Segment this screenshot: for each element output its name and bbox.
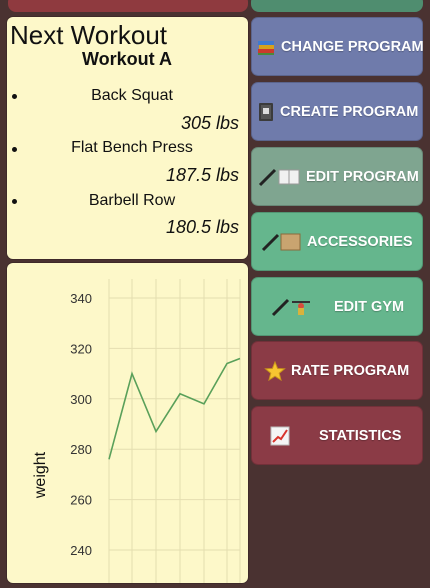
bullet-icon <box>12 147 17 152</box>
rate-program-label: RATE PROGRAM <box>291 362 410 379</box>
exercise-weight: 305 lbs <box>180 113 239 133</box>
exercise-name: Back Squat <box>91 87 173 104</box>
chart-increasing-icon <box>270 426 290 446</box>
weight-chart-card: 240 260 280 300 320 340 weight <box>7 263 248 583</box>
exercise-weight: 187.5 lbs <box>165 165 239 185</box>
previous-card-edge <box>8 0 248 12</box>
next-workout-card[interactable]: Next Workout Workout A Back Squat 305 lb… <box>7 17 248 259</box>
exercise-weight: 180.5 lbs <box>165 217 239 237</box>
previous-button-edge <box>251 0 423 12</box>
exercise-name: Barbell Row <box>88 192 176 209</box>
next-workout-title: Next Workout <box>10 20 168 50</box>
create-program-button[interactable]: CREATE PROGRAM <box>251 82 423 141</box>
notebook-icon <box>257 102 275 122</box>
y-tick-label: 260 <box>70 493 92 508</box>
y-tick-label: 300 <box>70 392 92 407</box>
y-tick-label: 280 <box>70 442 92 457</box>
edit-gym-label: EDIT GYM <box>334 298 405 315</box>
edit-program-button[interactable]: EDIT PROGRAM <box>251 147 423 206</box>
star-icon <box>264 360 286 381</box>
bullet-icon <box>12 94 17 99</box>
workout-name: Workout A <box>82 49 172 69</box>
weight-chart: 240 260 280 300 320 340 weight <box>32 279 241 583</box>
create-program-label: CREATE PROGRAM <box>280 103 419 120</box>
bullet-icon <box>12 199 17 204</box>
pen-and-scroll-icon <box>260 232 302 252</box>
change-program-button[interactable]: CHANGE PROGRAM <box>251 17 424 76</box>
series-line <box>108 357 241 460</box>
edit-program-label: EDIT PROGRAM <box>306 168 419 185</box>
y-tick-label: 320 <box>70 341 92 356</box>
pen-and-book-icon <box>257 167 301 187</box>
y-tick-label: 340 <box>70 291 92 306</box>
books-icon <box>256 37 276 57</box>
statistics-label: STATISTICS <box>319 427 402 444</box>
edit-gym-button[interactable]: EDIT GYM <box>251 277 423 336</box>
y-tick-label: 240 <box>70 543 92 558</box>
y-axis-label: weight <box>32 451 49 499</box>
accessories-label: ACCESSORIES <box>307 233 413 250</box>
pen-and-weightlifter-icon <box>270 297 312 317</box>
change-program-label: CHANGE PROGRAM <box>281 38 424 55</box>
rate-program-button[interactable]: RATE PROGRAM <box>251 341 423 400</box>
exercise-name: Flat Bench Press <box>71 139 193 156</box>
accessories-button[interactable]: ACCESSORIES <box>251 212 423 271</box>
statistics-button[interactable]: STATISTICS <box>251 406 423 465</box>
